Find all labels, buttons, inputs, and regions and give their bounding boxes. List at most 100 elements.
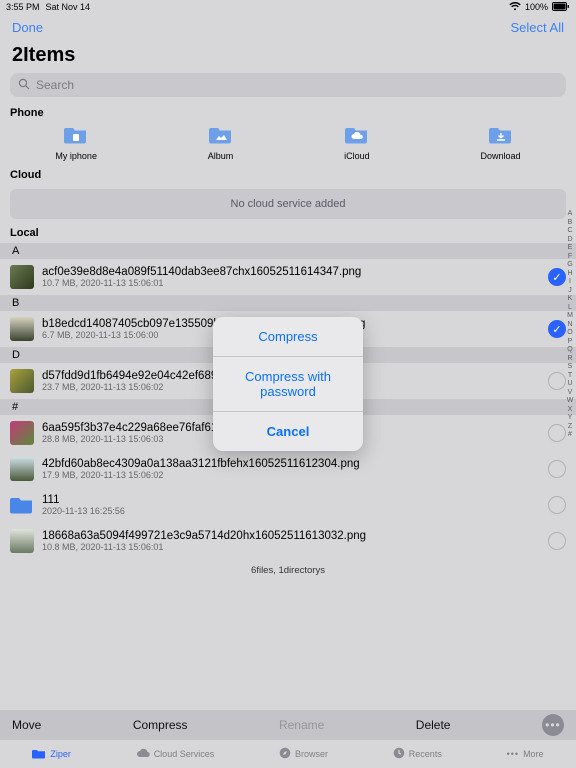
tab-more-label: More — [523, 749, 544, 759]
selection-check[interactable] — [548, 320, 566, 338]
search-input[interactable]: Search — [10, 73, 566, 97]
file-thumbnail — [10, 457, 34, 481]
file-thumbnail — [10, 265, 34, 289]
file-name: 111 — [42, 494, 540, 506]
index-letter[interactable]: N — [567, 321, 572, 328]
tab-recents-label: Recents — [409, 749, 442, 759]
tab-recents[interactable]: Recents — [393, 747, 442, 761]
index-letter[interactable]: U — [567, 380, 572, 387]
index-letter[interactable]: B — [568, 219, 573, 226]
file-row[interactable]: 18668a63a5094f499721e3c9a5714d20hx160525… — [0, 523, 576, 559]
phone-folder-my-iphone[interactable]: My iphone — [55, 125, 97, 161]
index-letter[interactable]: L — [568, 304, 572, 311]
clock-icon — [393, 747, 405, 761]
folder-label: My iphone — [55, 151, 97, 161]
tab-ziper-label: Ziper — [50, 749, 71, 759]
delete-button[interactable]: Delete — [416, 718, 451, 732]
file-row[interactable]: 1112020-11-13 16:25:56 — [0, 487, 576, 523]
selection-check[interactable] — [548, 268, 566, 286]
index-letter[interactable]: I — [569, 278, 571, 285]
file-thumbnail — [10, 421, 34, 445]
selection-check[interactable] — [548, 372, 566, 390]
section-phone-label: Phone — [0, 105, 576, 123]
tab-ziper[interactable]: Ziper — [32, 748, 71, 761]
index-letter[interactable]: Z — [568, 423, 572, 430]
index-letter[interactable]: X — [568, 406, 573, 413]
file-info: acf0e39e8d8e4a089f51140dab3ee87chx160525… — [42, 266, 540, 288]
phone-folder-download[interactable]: Download — [481, 125, 521, 161]
action-toolbar: Move Compress Rename Delete ••• — [0, 710, 576, 740]
folder-icon — [32, 748, 46, 761]
selection-check[interactable] — [548, 424, 566, 442]
select-all-button[interactable]: Select All — [511, 20, 564, 35]
tab-cloud[interactable]: Cloud Services — [136, 748, 215, 761]
index-letter[interactable]: C — [567, 227, 572, 234]
search-icon — [18, 78, 30, 93]
section-local-label: Local — [0, 225, 576, 243]
phone-grid: My iphone Album iCloud Download — [0, 123, 576, 167]
group-header: B — [0, 295, 576, 311]
selection-check[interactable] — [548, 496, 566, 514]
folder-icon — [64, 125, 88, 147]
phone-folder-icloud[interactable]: iCloud — [344, 125, 370, 161]
index-letter[interactable]: T — [568, 372, 572, 379]
done-button[interactable]: Done — [12, 20, 43, 35]
file-thumbnail — [10, 529, 34, 553]
file-info: 1112020-11-13 16:25:56 — [42, 494, 540, 516]
folder-label: Album — [208, 151, 234, 161]
sheet-compress-password[interactable]: Compress with password — [213, 357, 363, 412]
navbar: Done Select All — [0, 14, 576, 40]
file-row[interactable]: acf0e39e8d8e4a089f51140dab3ee87chx160525… — [0, 259, 576, 295]
index-letter[interactable]: P — [568, 338, 573, 345]
file-thumbnail — [10, 317, 34, 341]
status-date: Sat Nov 14 — [46, 2, 91, 12]
cloud-empty[interactable]: No cloud service added — [10, 189, 566, 219]
file-name: 42bfd60ab8ec4309a0a138aa3121fbfehx160525… — [42, 458, 540, 470]
index-letter[interactable]: # — [568, 431, 572, 438]
file-meta: 10.7 MB, 2020-11-13 15:06:01 — [42, 278, 540, 288]
status-time: 3:55 PM — [6, 2, 40, 12]
index-letter[interactable]: W — [567, 397, 574, 404]
file-name: acf0e39e8d8e4a089f51140dab3ee87chx160525… — [42, 266, 540, 278]
index-letter[interactable]: D — [567, 236, 572, 243]
folder-label: iCloud — [344, 151, 370, 161]
index-letter[interactable]: Y — [568, 414, 573, 421]
index-letter[interactable]: K — [568, 295, 573, 302]
sheet-compress[interactable]: Compress — [213, 317, 363, 357]
group-header: A — [0, 243, 576, 259]
index-letter[interactable]: F — [568, 253, 572, 260]
selection-check[interactable] — [548, 532, 566, 550]
file-row[interactable]: 42bfd60ab8ec4309a0a138aa3121fbfehx160525… — [0, 451, 576, 487]
action-sheet: Compress Compress with password Cancel — [213, 317, 363, 451]
tab-more[interactable]: ••• More — [507, 749, 544, 759]
battery-text: 100% — [525, 2, 548, 12]
file-thumbnail — [10, 369, 34, 393]
compress-button[interactable]: Compress — [133, 718, 188, 732]
folder-label: Download — [481, 151, 521, 161]
index-letter[interactable]: G — [567, 261, 572, 268]
index-letter[interactable]: A — [568, 210, 573, 217]
file-name: 18668a63a5094f499721e3c9a5714d20hx160525… — [42, 530, 540, 542]
tab-bar: Ziper Cloud Services Browser Recents •••… — [0, 740, 576, 768]
selection-check[interactable] — [548, 460, 566, 478]
index-letter[interactable]: E — [568, 244, 573, 251]
index-letter[interactable]: M — [567, 312, 573, 319]
folder-icon — [209, 125, 233, 147]
index-letter[interactable]: H — [567, 270, 572, 277]
index-letter[interactable]: O — [567, 329, 572, 336]
tab-browser-label: Browser — [295, 749, 328, 759]
index-letter[interactable]: S — [568, 363, 573, 370]
phone-folder-album[interactable]: Album — [208, 125, 234, 161]
folder-icon — [489, 125, 513, 147]
sheet-cancel[interactable]: Cancel — [213, 412, 363, 451]
index-letter[interactable]: V — [568, 389, 573, 396]
move-button[interactable]: Move — [12, 718, 41, 732]
tab-browser[interactable]: Browser — [279, 747, 328, 761]
wifi-icon — [509, 2, 521, 13]
index-letter[interactable]: J — [568, 287, 572, 294]
file-info: 18668a63a5094f499721e3c9a5714d20hx160525… — [42, 530, 540, 552]
index-bar[interactable]: ABCDEFGHIJKLMNOPQRSTUVWXYZ# — [566, 210, 574, 438]
index-letter[interactable]: R — [567, 355, 572, 362]
index-letter[interactable]: Q — [567, 346, 572, 353]
more-button[interactable]: ••• — [542, 714, 564, 736]
